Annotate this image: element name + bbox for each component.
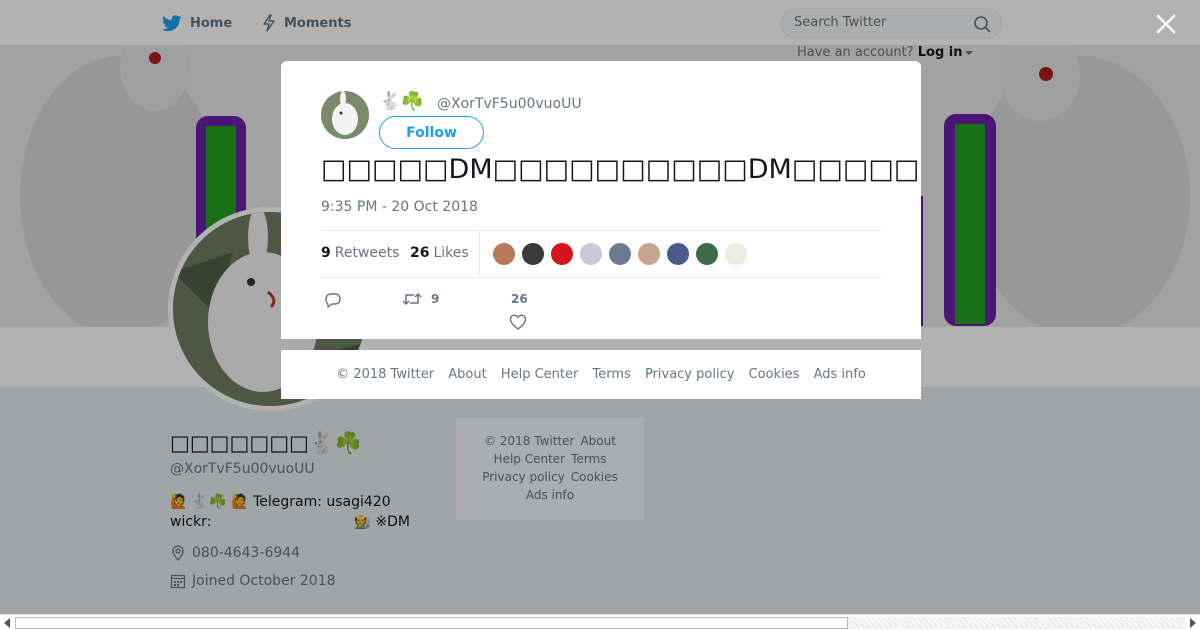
tweet-author-avatar[interactable] [321,91,369,139]
tweet-author-avatar-image [321,91,369,139]
liker-avatars [492,242,753,266]
retweets-stat[interactable]: 9 Retweets [321,245,399,261]
modal-footer-privacy[interactable]: Privacy policy [645,367,734,382]
modal-footer-terms[interactable]: Terms [593,367,631,382]
liker-avatar[interactable] [666,242,690,266]
liker-avatar[interactable] [608,242,632,266]
modal-footer-cookies[interactable]: Cookies [749,367,800,382]
scroll-left-arrow[interactable] [4,618,10,628]
stats-divider [479,231,480,277]
tweet-timestamp[interactable]: 9:35 PM - 20 Oct 2018 [321,199,478,215]
scroll-right-arrow[interactable] [1190,618,1196,628]
like-action-count: 26 [511,292,528,306]
tweet-modal: 🐇☘️ @XorTvF5u00vuoUU Follow □□□□□DM□□□□□… [281,61,921,339]
tweet-author-name[interactable]: 🐇☘️ [379,91,424,112]
follow-button[interactable]: Follow [379,116,484,149]
tweet-author-handle[interactable]: @XorTvF5u00vuoUU [437,96,582,112]
retweets-count: 9 [321,245,331,261]
reply-icon [325,293,341,308]
retweets-label: Retweets [334,245,400,261]
scrollbar-track[interactable] [848,617,1185,629]
reply-button[interactable] [324,291,342,309]
retweet-icon [402,292,422,306]
tweet-actions: 9 26 [321,285,881,333]
liker-avatar[interactable] [492,242,516,266]
retweet-button[interactable]: 9 [402,291,439,307]
liker-avatar[interactable] [521,242,545,266]
liker-avatar[interactable] [579,242,603,266]
modal-footer-about[interactable]: About [448,367,486,382]
tweet-text: □□□□□DM□□□□□□□□□□DM□□□□□□□□□□□□□□□□□□□□□… [321,154,921,185]
likes-stat[interactable]: 26 Likes [410,245,469,261]
liker-avatar[interactable] [724,242,748,266]
liker-avatar[interactable] [637,242,661,266]
tweet-stats: 9 Retweets 26 Likes [321,230,881,278]
likes-count: 26 [410,245,430,261]
scrollbar-thumb[interactable] [15,617,848,629]
liker-avatar[interactable] [550,242,574,266]
retweet-action-count: 9 [431,292,440,306]
liker-avatar[interactable] [695,242,719,266]
heart-icon [509,314,527,330]
modal-footer-copyright: © 2018 Twitter [336,367,435,382]
close-icon[interactable] [1154,12,1178,36]
like-button[interactable] [509,314,527,330]
likes-label: Likes [433,245,469,261]
modal-footer: © 2018 Twitter About Help Center Terms P… [281,350,921,399]
modal-footer-help[interactable]: Help Center [501,367,579,382]
modal-footer-ads[interactable]: Ads info [814,367,866,382]
horizontal-scrollbar[interactable] [0,614,1200,630]
